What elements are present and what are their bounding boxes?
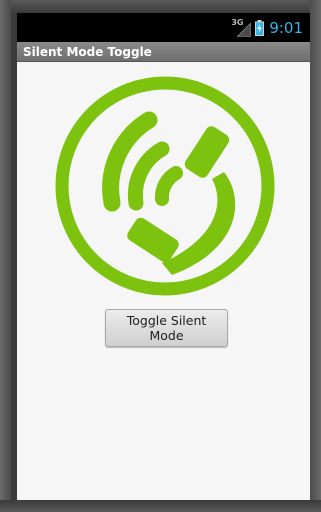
main-content: Toggle Silent Mode <box>17 62 310 500</box>
device-frame: 3G 9:01 Silent Mode Toggle Toggle Silent… <box>0 0 321 512</box>
battery-icon <box>255 19 265 36</box>
battery-indicator <box>255 19 265 36</box>
device-bezel-bottom <box>0 500 321 512</box>
device-bezel-top <box>0 0 321 13</box>
network-indicator: 3G <box>231 18 252 37</box>
toggle-silent-mode-button[interactable]: Toggle Silent Mode <box>105 309 228 347</box>
status-bar: 3G 9:01 <box>17 13 310 42</box>
app-title-bar: Silent Mode Toggle <box>17 42 310 62</box>
device-bezel-left <box>0 0 11 512</box>
status-clock: 9:01 <box>269 18 303 37</box>
app-title: Silent Mode Toggle <box>23 44 152 59</box>
device-bezel-right <box>309 0 321 512</box>
screen: 3G 9:01 Silent Mode Toggle Toggle Silent… <box>17 13 310 500</box>
signal-icon <box>237 22 252 37</box>
phone-ring-icon <box>55 76 275 296</box>
